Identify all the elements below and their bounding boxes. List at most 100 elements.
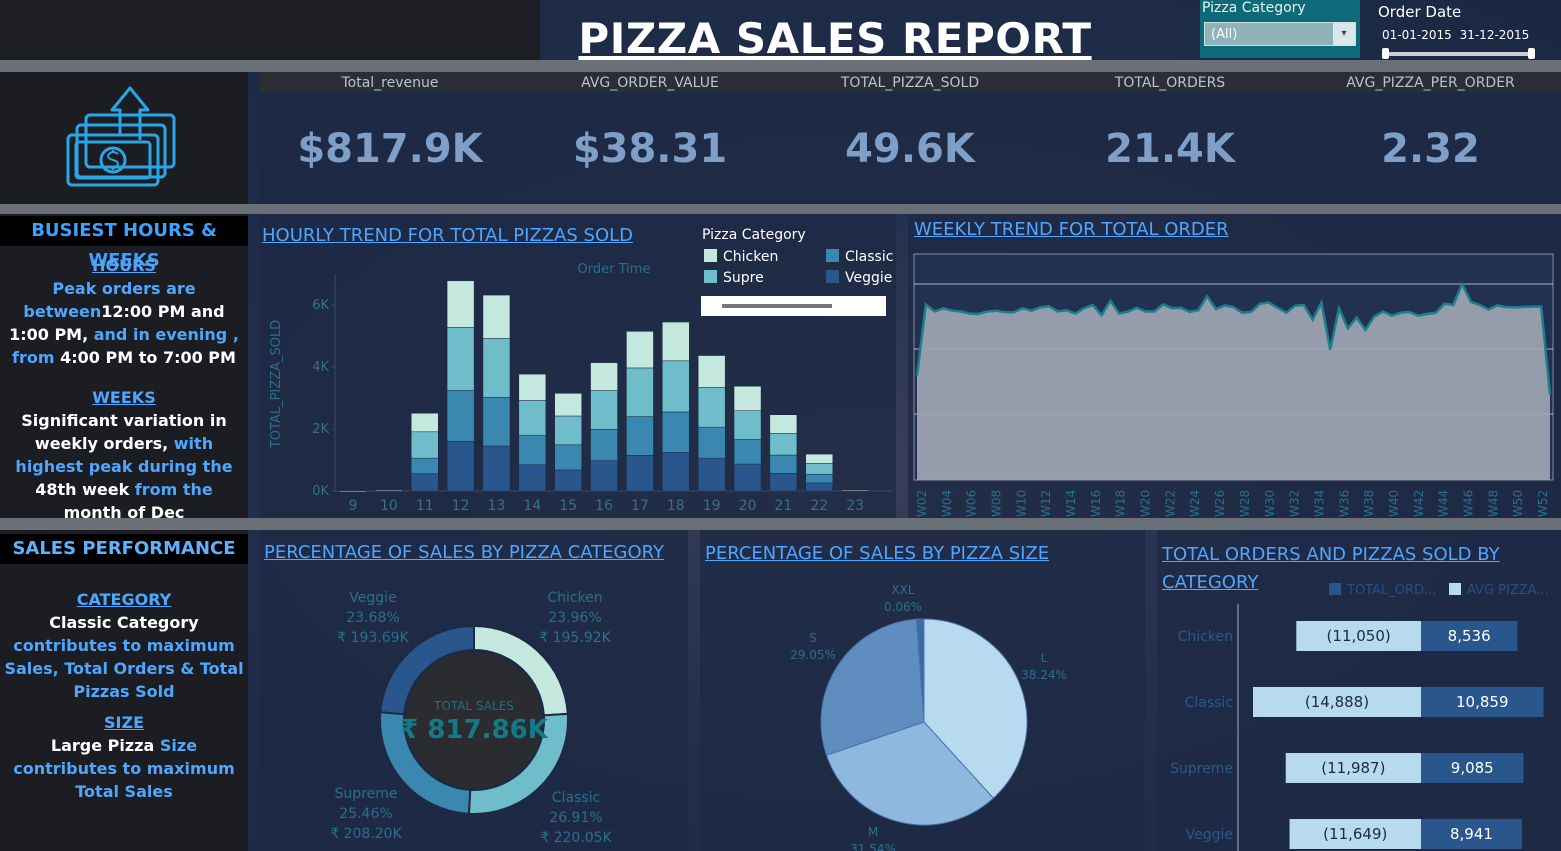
pizzas-value-label: 9,085: [1451, 759, 1494, 777]
x-tick-label: W30: [1263, 490, 1277, 517]
slice-name-label: Chicken: [547, 590, 602, 606]
orders-value-label: (11,649): [1323, 825, 1387, 843]
kpi-label: AVG_PIZZA_PER_ORDER: [1300, 72, 1561, 92]
x-tick-label: 9: [349, 498, 358, 514]
bar-segment: [769, 433, 798, 456]
x-tick-label: 16: [595, 498, 613, 514]
bar-segment: [590, 429, 618, 461]
category-label: Supreme: [1170, 761, 1233, 777]
kpi-panel: Total_revenue $817.9K AVG_ORDER_VALUE $3…: [260, 72, 1561, 204]
size-heading: SIZE: [103, 713, 144, 732]
x-tick-label: 22: [810, 498, 828, 514]
bar-segment: [482, 294, 511, 339]
bar-segment: [697, 457, 726, 492]
page-title: PIZZA SALES REPORT: [578, 14, 1092, 63]
header-left-bar: [0, 0, 540, 60]
insight-segment: 48th week: [35, 480, 130, 499]
x-tick-label: W18: [1114, 490, 1128, 517]
insight-segment: Large Pizza: [50, 736, 155, 755]
legend-title: Pizza Category: [702, 227, 806, 243]
date-slider-start-handle[interactable]: [1382, 48, 1389, 59]
kpi-value: 49.6K: [845, 126, 975, 172]
date-slider-track[interactable]: [1384, 52, 1532, 56]
bar-segment: [697, 387, 726, 428]
legend-label: Classic: [845, 249, 893, 265]
kpi-value: 21.4K: [1105, 126, 1235, 172]
bar-segment: [805, 474, 834, 484]
x-tick-label: W12: [1039, 490, 1053, 517]
bar-segment: [446, 441, 475, 492]
bar-segment: [410, 457, 439, 474]
sales-performance-panel: SALES PERFORMANCE CATEGORY Classic Categ…: [0, 530, 248, 851]
date-from: 01-01-2015: [1382, 28, 1452, 42]
bar-segment: [841, 489, 869, 492]
x-tick-label: W16: [1089, 490, 1103, 517]
date-filter-label: Order Date: [1378, 3, 1462, 21]
bar-segment: [626, 367, 654, 417]
legend-label: AVG PIZZA...: [1467, 583, 1549, 598]
donut-center-value: ₹ 817.86K: [400, 715, 548, 745]
kpi-label: TOTAL_PIZZA_SOLD: [780, 72, 1040, 92]
separator-band: [0, 518, 1561, 530]
kpi-total-revenue: Total_revenue $817.9K: [260, 72, 520, 172]
x-tick-label: W52: [1536, 490, 1550, 517]
pizza-category-filter[interactable]: Pizza Category (All) ▾: [1200, 0, 1360, 58]
bar-segment: [446, 280, 475, 328]
bar-segment: [769, 414, 798, 434]
slice-value-label: ₹ 220.05K: [540, 830, 612, 846]
y-tick-label: 0K: [312, 484, 329, 499]
x-tick-label: 19: [703, 498, 721, 514]
x-tick-label: W44: [1437, 490, 1451, 517]
x-tick-label: 17: [631, 498, 649, 514]
y-axis-title: TOTAL_PIZZA_SOLD: [269, 320, 284, 449]
bar-segment: [805, 463, 834, 475]
kpi-total-orders: TOTAL_ORDERS 21.4K: [1040, 72, 1300, 172]
slice-percent-label: 0.06%: [884, 600, 922, 614]
category-filter-label: Pizza Category: [1202, 0, 1306, 16]
category-select[interactable]: (All) ▾: [1204, 22, 1356, 46]
x-tick-label: 14: [523, 498, 541, 514]
chevron-down-icon[interactable]: ▾: [1333, 23, 1355, 45]
bar-segment: [805, 482, 834, 492]
bar-segment: [518, 373, 547, 401]
slice-name-label: XXL: [891, 583, 914, 597]
slice-name-label: Classic: [552, 790, 600, 806]
bar-segment: [410, 473, 439, 492]
bar-segment: [518, 400, 547, 436]
bar-segment: [554, 393, 582, 417]
bar-segment: [662, 452, 690, 492]
bar-segment: [482, 397, 511, 447]
weeks-insight: WEEKS Significant variation in weekly or…: [4, 386, 244, 524]
x-tick-label: W46: [1461, 490, 1475, 517]
bar-segment: [662, 321, 690, 362]
x-tick-label: W26: [1213, 490, 1227, 517]
pizzas-value-label: 8,536: [1448, 627, 1491, 645]
order-date-filter[interactable]: Order Date 01-01-2015 31-12-2015: [1370, 0, 1560, 62]
date-slider-end-handle[interactable]: [1528, 48, 1535, 59]
category-select-value: (All): [1211, 27, 1238, 42]
pizzas-value-label: 8,941: [1450, 825, 1493, 843]
busiest-title: BUSIEST HOURS & WEEKS: [0, 216, 248, 271]
kpi-label: TOTAL_ORDERS: [1040, 72, 1300, 92]
bar-segment: [410, 431, 439, 459]
x-tick-label: 11: [416, 498, 434, 514]
slice-percent-label: 31.54%: [850, 842, 896, 851]
x-tick-label: W34: [1312, 490, 1326, 517]
slice-percent-label: 26.91%: [549, 810, 602, 826]
x-tick-label: W22: [1163, 490, 1177, 517]
orders-value-label: (14,888): [1305, 693, 1369, 711]
bar-segment: [590, 460, 618, 492]
slice-name-label: Veggie: [349, 590, 396, 606]
legend-scroll-thumb: [722, 304, 832, 308]
bar-segment: [590, 362, 618, 391]
hours-heading: HOURS: [92, 256, 156, 275]
weeks-text: Significant variation in weekly orders, …: [15, 411, 232, 522]
slice-name-label: L: [1041, 651, 1048, 665]
chart-subtitle: Order Time: [578, 262, 651, 277]
x-tick-label: W28: [1238, 490, 1252, 517]
donut-center-label: TOTAL SALES: [433, 699, 514, 713]
legend-label: Veggie: [845, 270, 892, 286]
y-tick-label: 2K: [312, 422, 329, 437]
slice-name-label: Supreme: [335, 786, 398, 802]
hours-insight: HOURS Peak orders are between12:00 PM an…: [4, 254, 244, 369]
